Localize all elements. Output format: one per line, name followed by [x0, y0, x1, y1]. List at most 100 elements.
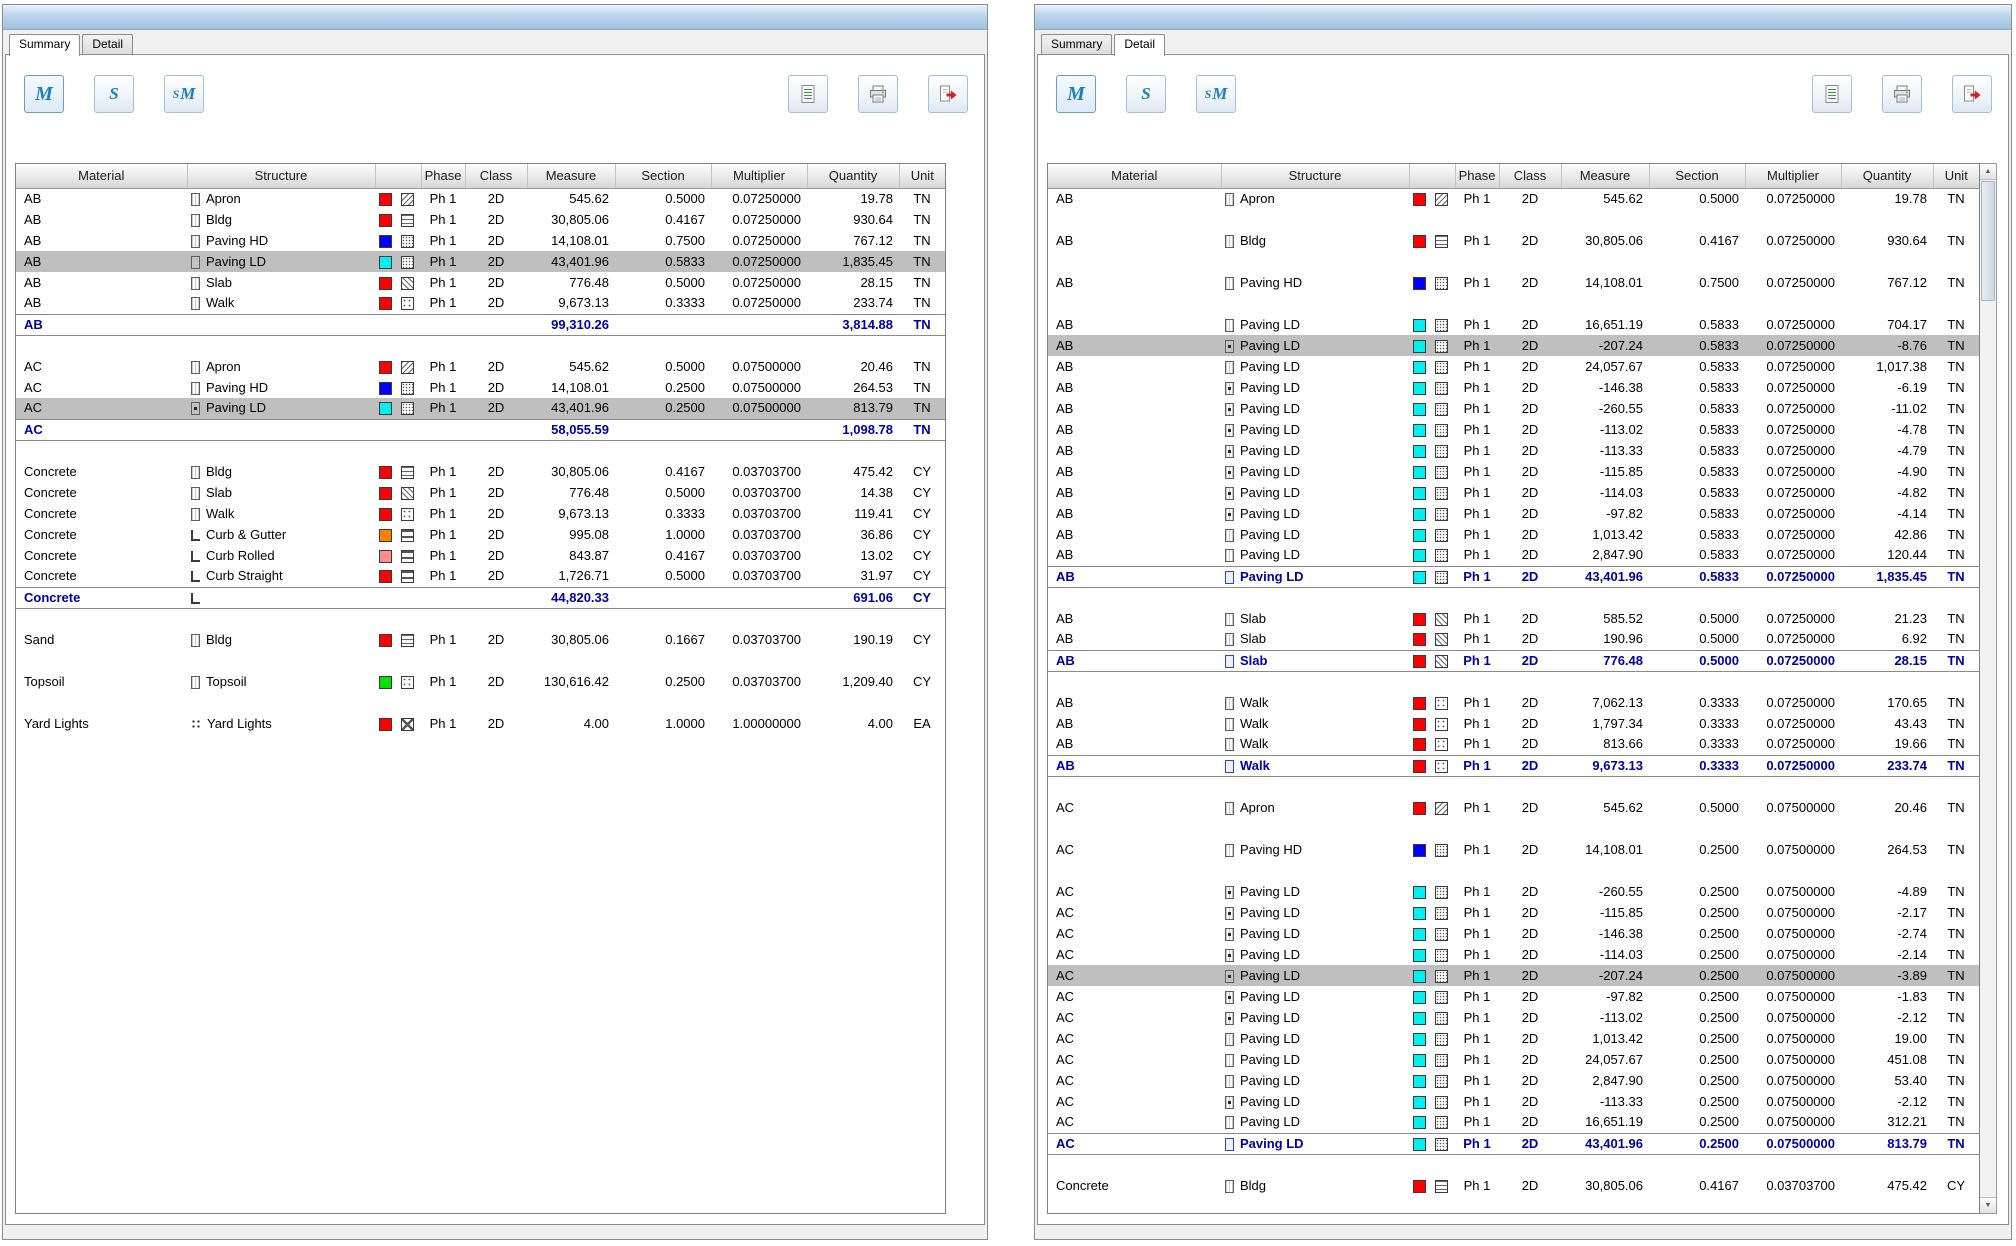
export-spreadsheet-button[interactable]	[788, 75, 828, 113]
item-row[interactable]: ACPaving LDPh 12D-207.240.25000.07500000…	[1048, 965, 1979, 986]
item-row[interactable]: ACPaving LDPh 12D-113.020.25000.07500000…	[1048, 1007, 1979, 1028]
scrollbar-track[interactable]	[1980, 180, 1996, 1197]
item-row[interactable]: ABWalkPh 12D1,797.340.33330.0725000043.4…	[1048, 713, 1979, 734]
print-button[interactable]	[858, 75, 898, 113]
item-row[interactable]: ConcreteSlabPh 12D776.480.50000.03703700…	[16, 482, 945, 503]
scroll-up-button[interactable]: ▲	[1980, 164, 1996, 180]
item-row[interactable]: ABBldgPh 12D30,805.060.41670.07250000930…	[1048, 230, 1979, 251]
column-header-phase[interactable]: Phase	[1455, 164, 1499, 188]
item-row[interactable]: ABPaving LDPh 12D-260.550.58330.07250000…	[1048, 398, 1979, 419]
item-row[interactable]: Yard LightsYard LightsPh 12D4.001.00001.…	[16, 713, 945, 734]
tab-summary[interactable]: Summary	[9, 34, 80, 56]
tab-summary[interactable]: Summary	[1041, 34, 1112, 54]
item-row[interactable]: ACPaving LDPh 12D-260.550.25000.07500000…	[1048, 881, 1979, 902]
item-row[interactable]: ACPaving LDPh 12D-113.330.25000.07500000…	[1048, 1091, 1979, 1112]
item-row[interactable]: ConcreteCurb StraightPh 12D1,726.710.500…	[16, 566, 945, 587]
column-header-material[interactable]: Material	[16, 164, 187, 188]
item-row[interactable]: ACPaving LDPh 12D-97.820.25000.07500000-…	[1048, 986, 1979, 1007]
item-row[interactable]: ConcreteCurb & GutterPh 12D995.081.00000…	[16, 524, 945, 545]
item-row[interactable]: ABSlabPh 12D776.480.50000.0725000028.15T…	[16, 272, 945, 293]
item-row[interactable]: ABPaving HDPh 12D14,108.010.75000.072500…	[1048, 272, 1979, 293]
item-row[interactable]: SandBldgPh 12D30,805.060.16670.037037001…	[16, 629, 945, 650]
column-header-phase[interactable]: Phase	[421, 164, 465, 188]
m-mode-button[interactable]: M	[24, 75, 64, 113]
item-row[interactable]: ABPaving HDPh 12D14,108.010.75000.072500…	[16, 230, 945, 251]
item-row[interactable]: ABSlabPh 12D585.520.50000.0725000021.23T…	[1048, 608, 1979, 629]
item-row[interactable]: ABPaving LDPh 12D-113.020.58330.07250000…	[1048, 419, 1979, 440]
m-mode-button[interactable]: M	[1056, 75, 1096, 113]
item-row[interactable]: ABApronPh 12D545.620.50000.0725000019.78…	[1048, 188, 1979, 209]
item-row[interactable]: ACPaving LDPh 12D1,013.420.25000.0750000…	[1048, 1028, 1979, 1049]
item-row[interactable]: ACApronPh 12D545.620.50000.0750000020.46…	[16, 356, 945, 377]
column-header-structure[interactable]: Structure	[1221, 164, 1409, 188]
column-header-structure[interactable]: Structure	[187, 164, 375, 188]
item-row[interactable]: ABApronPh 12D545.620.50000.0725000019.78…	[16, 188, 945, 209]
window-titlebar[interactable]	[1035, 5, 2011, 30]
tab-detail[interactable]: Detail	[82, 34, 133, 54]
column-header-measure[interactable]: Measure	[527, 164, 615, 188]
item-row[interactable]: ConcreteCurb RolledPh 12D843.870.41670.0…	[16, 545, 945, 566]
export-spreadsheet-button[interactable]	[1812, 75, 1852, 113]
item-row[interactable]: ABPaving LDPh 12D16,651.190.58330.072500…	[1048, 314, 1979, 335]
export-pdf-button[interactable]	[928, 75, 968, 113]
item-row[interactable]: ConcreteBldgPh 12D30,805.060.41670.03703…	[16, 461, 945, 482]
item-row[interactable]: TopsoilTopsoilPh 12D130,616.420.25000.03…	[16, 671, 945, 692]
column-header-quantity[interactable]: Quantity	[807, 164, 899, 188]
column-header-class[interactable]: Class	[1499, 164, 1561, 188]
vertical-scrollbar[interactable]: ▲ ▼	[1980, 163, 1997, 1214]
item-row[interactable]: ABWalkPh 12D9,673.130.33330.07250000233.…	[16, 293, 945, 314]
window-titlebar[interactable]	[3, 5, 987, 30]
scrollbar-thumb[interactable]	[1981, 181, 1995, 301]
s-mode-button[interactable]: S	[1126, 75, 1166, 113]
item-row[interactable]: ABPaving LDPh 12D-115.850.58330.07250000…	[1048, 461, 1979, 482]
column-header-section[interactable]: Section	[1649, 164, 1745, 188]
column-header-quantity[interactable]: Quantity	[1841, 164, 1933, 188]
column-header-multiplier[interactable]: Multiplier	[711, 164, 807, 188]
column-header-measure[interactable]: Measure	[1561, 164, 1649, 188]
item-row[interactable]: ABPaving LDPh 12D24,057.670.58330.072500…	[1048, 356, 1979, 377]
print-button[interactable]	[1882, 75, 1922, 113]
column-header-unit[interactable]: Unit	[1933, 164, 1979, 188]
item-row[interactable]: ACPaving LDPh 12D16,651.190.25000.075000…	[1048, 1112, 1979, 1133]
item-row[interactable]: ABWalkPh 12D813.660.33330.0725000019.66T…	[1048, 734, 1979, 755]
total-row[interactable]: ABWalkPh 12D9,673.130.33330.07250000233.…	[1048, 755, 1979, 776]
item-row[interactable]: ABPaving LDPh 12D-114.030.58330.07250000…	[1048, 482, 1979, 503]
column-header-multiplier[interactable]: Multiplier	[1745, 164, 1841, 188]
tab-detail[interactable]: Detail	[1114, 34, 1165, 56]
total-row[interactable]: ACPaving LDPh 12D43,401.960.25000.075000…	[1048, 1133, 1979, 1154]
item-row[interactable]: ACPaving LDPh 12D2,847.900.25000.0750000…	[1048, 1070, 1979, 1091]
item-row[interactable]: ConcreteBldgPh 12D30,805.060.41670.03703…	[1048, 1175, 1979, 1196]
item-row[interactable]: ACPaving LDPh 12D-114.030.25000.07500000…	[1048, 944, 1979, 965]
item-row[interactable]: ABPaving LDPh 12D43,401.960.58330.072500…	[16, 251, 945, 272]
item-row[interactable]: ABPaving LDPh 12D-97.820.58330.07250000-…	[1048, 503, 1979, 524]
column-header-unit[interactable]: Unit	[899, 164, 945, 188]
column-header-swatch[interactable]	[1409, 164, 1455, 188]
item-row[interactable]: ACPaving LDPh 12D-115.850.25000.07500000…	[1048, 902, 1979, 923]
item-row[interactable]: ABPaving LDPh 12D-207.240.58330.07250000…	[1048, 335, 1979, 356]
item-row[interactable]: ACPaving LDPh 12D-146.380.25000.07500000…	[1048, 923, 1979, 944]
column-header-swatch[interactable]	[375, 164, 421, 188]
total-row[interactable]: ABPaving LDPh 12D43,401.960.58330.072500…	[1048, 566, 1979, 587]
column-header-material[interactable]: Material	[1048, 164, 1221, 188]
item-row[interactable]: ACPaving LDPh 12D43,401.960.25000.075000…	[16, 398, 945, 419]
column-header-section[interactable]: Section	[615, 164, 711, 188]
item-row[interactable]: ABPaving LDPh 12D2,847.900.58330.0725000…	[1048, 545, 1979, 566]
scroll-down-button[interactable]: ▼	[1980, 1197, 1996, 1213]
item-row[interactable]: ACPaving LDPh 12D24,057.670.25000.075000…	[1048, 1049, 1979, 1070]
column-header-class[interactable]: Class	[465, 164, 527, 188]
item-row[interactable]: ABBldgPh 12D30,805.060.41670.07250000930…	[16, 209, 945, 230]
item-row[interactable]: ABWalkPh 12D7,062.130.33330.07250000170.…	[1048, 692, 1979, 713]
sm-mode-button[interactable]: SM	[1196, 75, 1236, 113]
total-row[interactable]: AB99,310.263,814.88TN	[16, 314, 945, 335]
item-row[interactable]: ACPaving HDPh 12D14,108.010.25000.075000…	[1048, 839, 1979, 860]
total-row[interactable]: Concrete44,820.33691.06CY	[16, 587, 945, 608]
total-row[interactable]: ABSlabPh 12D776.480.50000.0725000028.15T…	[1048, 650, 1979, 671]
item-row[interactable]: ABSlabPh 12D190.960.50000.072500006.92TN	[1048, 629, 1979, 650]
item-row[interactable]: ConcreteWalkPh 12D9,673.130.33330.037037…	[16, 503, 945, 524]
item-row[interactable]: ABPaving LDPh 12D-113.330.58330.07250000…	[1048, 440, 1979, 461]
export-pdf-button[interactable]	[1952, 75, 1992, 113]
item-row[interactable]: ABPaving LDPh 12D-146.380.58330.07250000…	[1048, 377, 1979, 398]
item-row[interactable]: ACPaving HDPh 12D14,108.010.25000.075000…	[16, 377, 945, 398]
item-row[interactable]: ABPaving LDPh 12D1,013.420.58330.0725000…	[1048, 524, 1979, 545]
item-row[interactable]: ACApronPh 12D545.620.50000.0750000020.46…	[1048, 797, 1979, 818]
